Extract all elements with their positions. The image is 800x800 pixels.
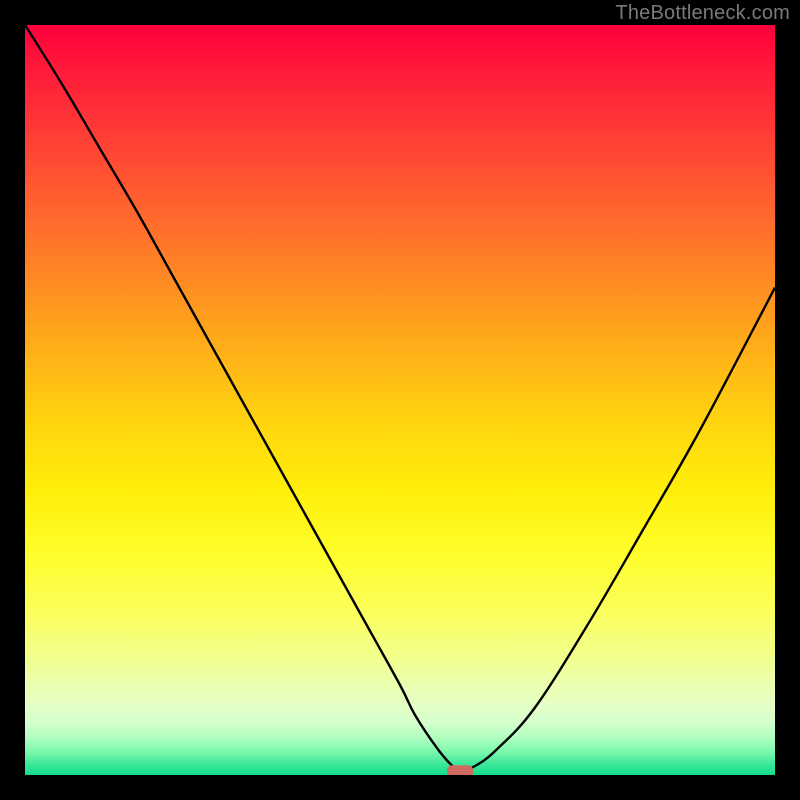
bottleneck-curve — [25, 25, 775, 775]
chart-frame: TheBottleneck.com — [0, 0, 800, 800]
plot-area — [25, 25, 775, 775]
watermark: TheBottleneck.com — [615, 2, 790, 25]
